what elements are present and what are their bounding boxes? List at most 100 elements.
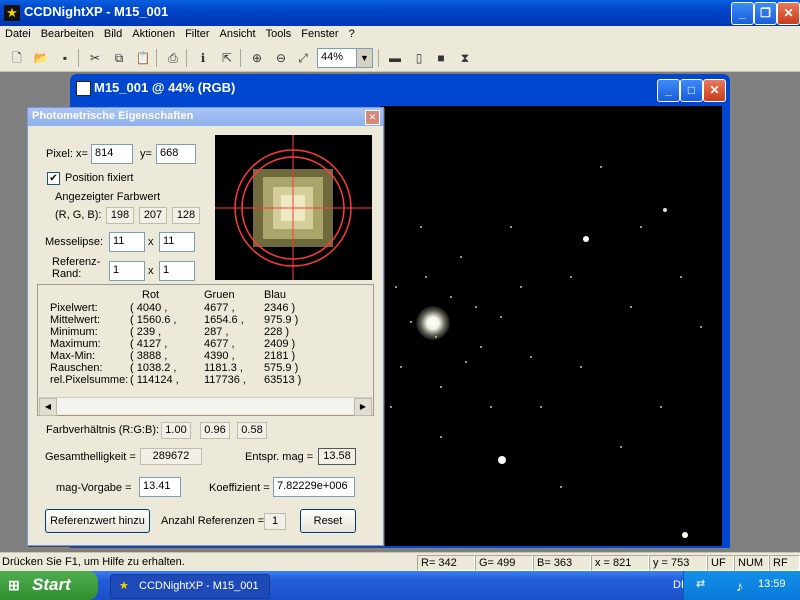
stats-cell-blau: 2346 )	[264, 302, 296, 314]
paste-icon[interactable]: 📋	[134, 49, 152, 67]
stats-row: Mittelwert: ( 1560.6 , 1654.6 , 975.9 )	[38, 314, 358, 326]
pixel-x-label: Pixel: x=	[46, 148, 88, 160]
status-uf: UF	[707, 555, 734, 571]
scroll-left-icon[interactable]: ◀	[39, 398, 57, 416]
new-file-icon[interactable]: 🗋	[8, 49, 26, 67]
times-label: x	[148, 265, 154, 277]
pixel-y-field[interactable]: 668	[156, 144, 196, 164]
horizontal-scrollbar[interactable]: ◀ ▶	[39, 397, 372, 416]
app-icon: ★	[4, 5, 20, 21]
dialog-titlebar: Photometrische Eigenschaften	[28, 108, 383, 126]
stats-cell-gruen: 1654.6 ,	[204, 314, 244, 326]
image-window-title: M15_001 @ 44% (RGB)	[94, 80, 236, 95]
restore-button[interactable]: ❐	[754, 2, 777, 25]
equiv-mag-value: 13.58	[318, 448, 356, 465]
menu-bild[interactable]: Bild	[99, 26, 127, 42]
image-window-icon	[76, 81, 91, 96]
copy-icon[interactable]: ⧉	[110, 49, 128, 67]
menu-aktionen[interactable]: Aktionen	[127, 26, 180, 42]
faint-star	[540, 406, 542, 408]
zoom-out-icon[interactable]: ⊖	[272, 49, 290, 67]
zoom-select[interactable]: 44% ▼	[317, 48, 373, 68]
info-icon[interactable]: ℹ	[194, 49, 212, 67]
pixel-x-field[interactable]: 814	[91, 144, 133, 164]
cut-icon[interactable]: ✂	[86, 49, 104, 67]
ref-y-field[interactable]: 1	[159, 261, 195, 281]
ref-count-label: Anzahl Referenzen =	[161, 515, 265, 527]
ref-x-field[interactable]: 1	[109, 261, 145, 281]
dialog-close-button[interactable]: ✕	[365, 110, 380, 125]
add-reference-button[interactable]: Referenzwert hinzu	[45, 509, 150, 533]
start-button[interactable]: ⊞ Start	[0, 571, 98, 600]
rgb-r-value: 198	[106, 207, 134, 224]
stats-cell-rot: ( 1560.6 ,	[130, 314, 177, 326]
menu-datei[interactable]: Datei	[0, 26, 36, 42]
child-maximize-button[interactable]: □	[680, 79, 703, 102]
reset-button[interactable]: Reset	[300, 509, 356, 533]
faint-star	[630, 306, 632, 308]
network-icon[interactable]: ⇄	[696, 577, 705, 590]
measure-y-field[interactable]: 11	[159, 232, 195, 252]
stats-cell-gruen: 4390 ,	[204, 350, 235, 362]
open-folder-icon[interactable]: 📂	[32, 49, 50, 67]
photometry-icon[interactable]: ⧗	[456, 49, 474, 67]
faint-star	[680, 276, 682, 278]
stats-cell-rot: ( 3888 ,	[130, 350, 168, 362]
measure-x-field[interactable]: 11	[109, 232, 145, 252]
context-help-icon[interactable]: ⇱	[218, 49, 236, 67]
system-tray: ⇄ ♪ 13:59	[683, 571, 800, 600]
stats-cell-rot: ( 239 ,	[130, 326, 162, 338]
stats-cell-label: Rauschen:	[50, 362, 103, 374]
faint-star	[510, 226, 512, 228]
print-icon[interactable]: ⎙	[164, 49, 182, 67]
zoom-in-icon[interactable]: ⊕	[248, 49, 266, 67]
menu-bearbeiten[interactable]: Bearbeiten	[36, 26, 99, 42]
image-view-icon[interactable]: ▬	[386, 49, 404, 67]
dark-frame-icon[interactable]: ■	[432, 49, 450, 67]
taskbar-app-button[interactable]: ★ CCDNightXP - M15_001	[110, 574, 270, 599]
clock[interactable]: 13:59	[758, 578, 786, 590]
faint-star	[660, 406, 662, 408]
faint-star	[410, 321, 412, 323]
rgb-g-value: 207	[139, 207, 167, 224]
star-field-image[interactable]	[380, 106, 722, 546]
faint-star	[420, 226, 422, 228]
minimize-button[interactable]: _	[731, 2, 754, 25]
faint-star	[580, 366, 582, 368]
status-r: R= 342	[417, 555, 475, 571]
status-x: x = 821	[591, 555, 649, 571]
crosshair-preview-svg	[215, 135, 372, 280]
menu-filter[interactable]: Filter	[180, 26, 214, 42]
position-fixed-checkbox[interactable]: ✔	[47, 172, 60, 185]
zoom-fit-icon[interactable]: ⤢	[294, 49, 312, 67]
stats-cell-label: Max-Min:	[50, 350, 96, 362]
coefficient-field[interactable]: 7.82229e+006	[273, 477, 355, 497]
menu-tools[interactable]: Tools	[261, 26, 297, 42]
mag-preset-field[interactable]: 13.41	[139, 477, 181, 497]
menu-fenster[interactable]: Fenster	[296, 26, 343, 42]
faint-star	[450, 296, 452, 298]
status-b: B= 363	[533, 555, 591, 571]
stats-cell-rot: ( 4127 ,	[130, 338, 168, 350]
child-close-button[interactable]: ✕	[703, 79, 726, 102]
faint-star	[500, 316, 502, 318]
menu-ansicht[interactable]: Ansicht	[215, 26, 261, 42]
coefficient-label: Koeffizient =	[209, 482, 270, 494]
stats-cell-blau: 2409 )	[264, 338, 296, 350]
volume-icon[interactable]: ♪	[736, 578, 743, 594]
header-gruen: Gruen	[204, 289, 235, 301]
faint-star	[490, 406, 492, 408]
document-icon[interactable]: ▯	[410, 49, 428, 67]
faint-star	[560, 486, 562, 488]
status-help-text: Drücken Sie F1, um Hilfe zu erhalten.	[2, 556, 185, 568]
save-icon[interactable]: ▪	[56, 49, 74, 67]
close-button[interactable]: ✕	[777, 2, 800, 25]
stats-cell-label: Minimum:	[50, 326, 98, 338]
child-minimize-button[interactable]: _	[657, 79, 680, 102]
star-preview	[215, 135, 372, 280]
chevron-down-icon[interactable]: ▼	[356, 49, 372, 67]
stats-row: rel.Pixelsumme:( 114124 , 117736 , 63513 )	[38, 374, 358, 386]
stats-cell-gruen: 1181.3 ,	[204, 362, 243, 374]
scroll-right-icon[interactable]: ▶	[354, 398, 372, 416]
menu-help[interactable]: ?	[344, 26, 360, 42]
